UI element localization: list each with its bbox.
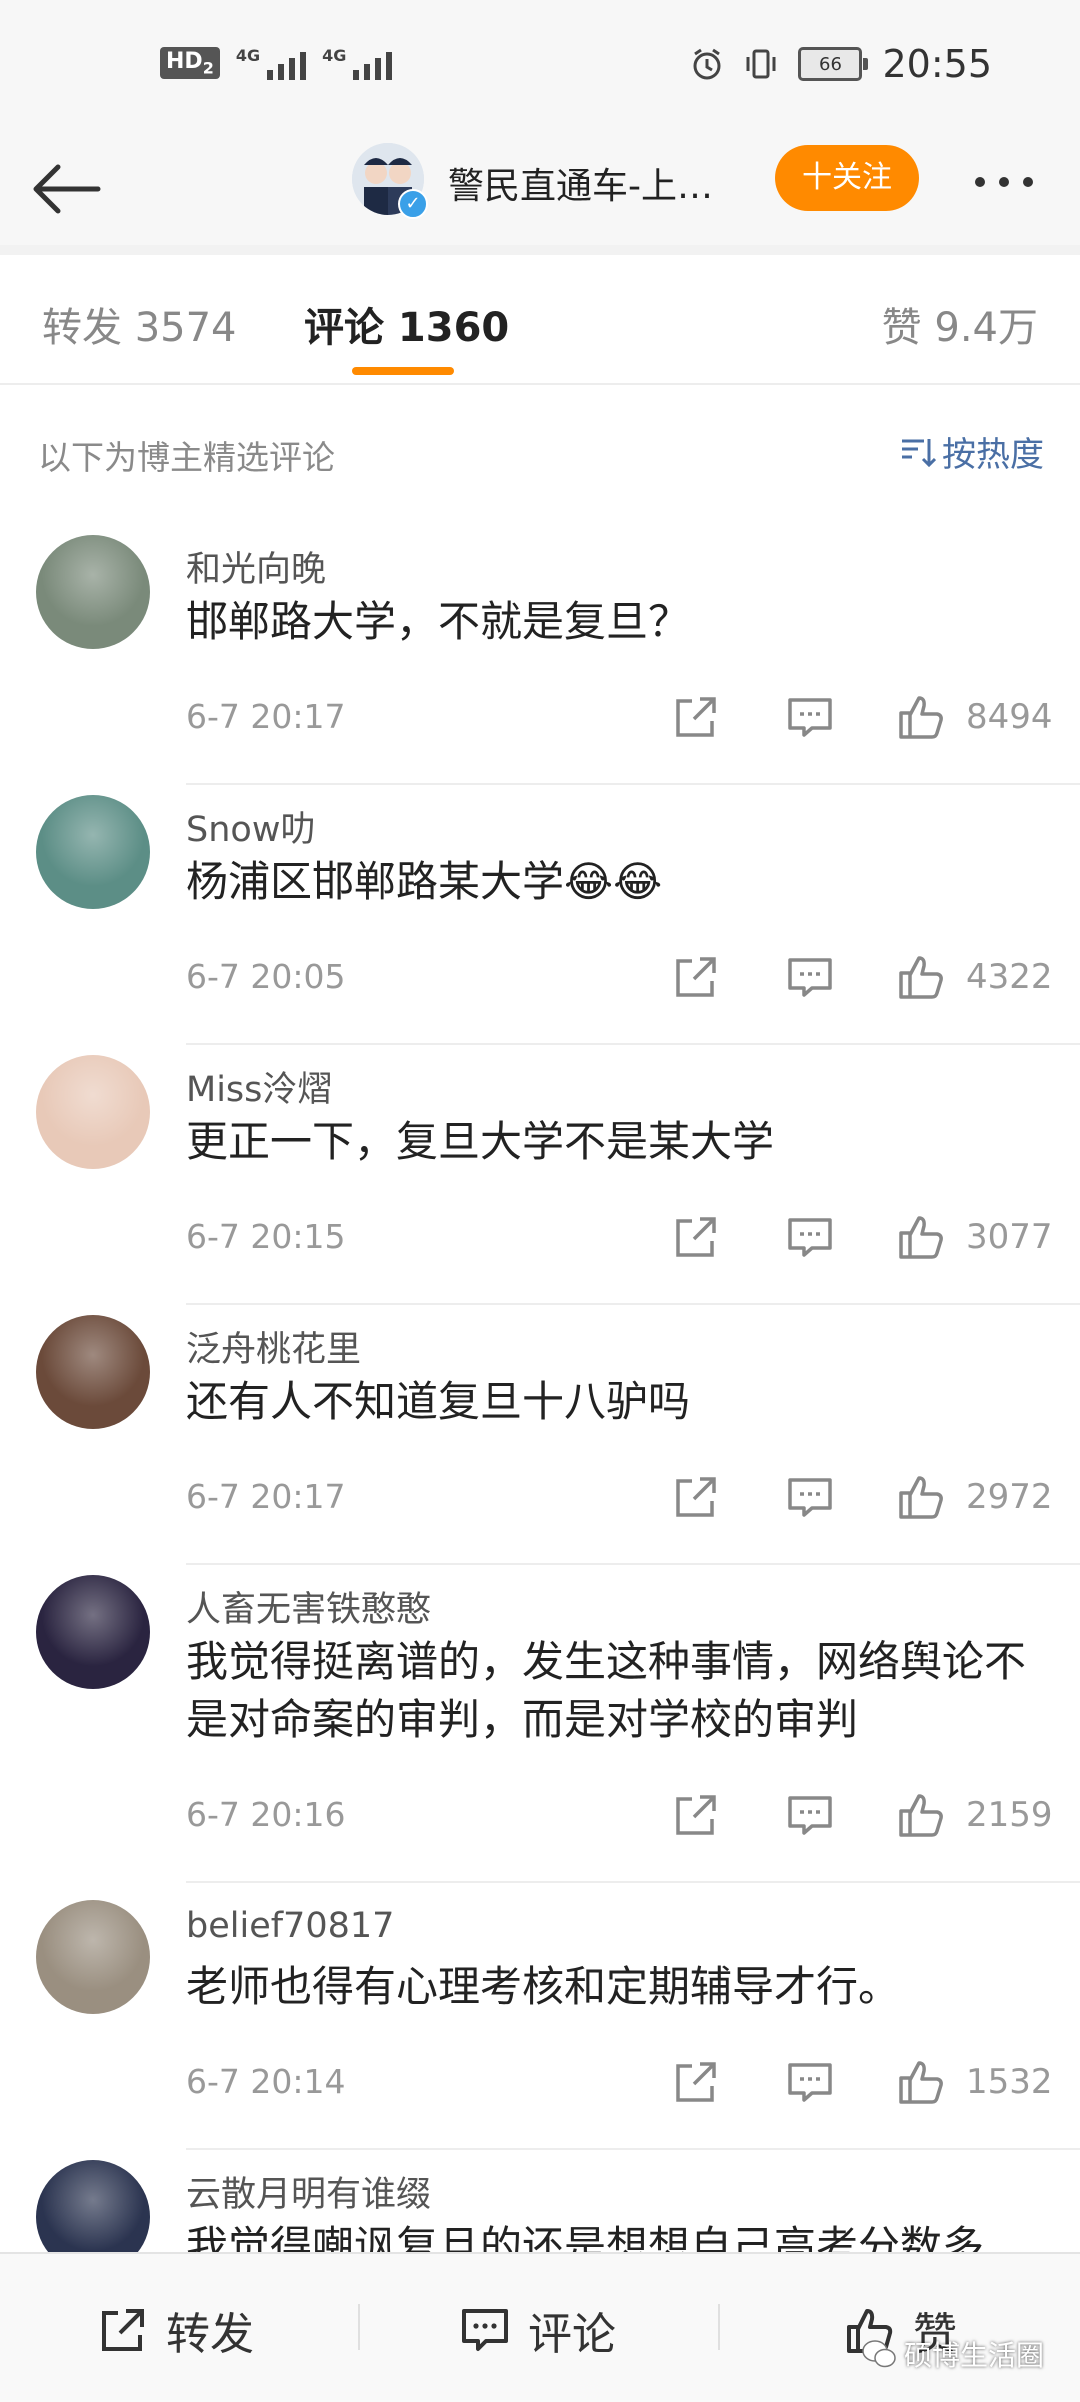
comment-divider: [186, 1563, 1080, 1565]
comment-username[interactable]: belief70817: [186, 1906, 394, 1946]
top-bar: ✓ 警民直通车-上… 十关注: [0, 135, 1080, 247]
like-count: 1532: [966, 2062, 1053, 2102]
comment-meta: 6-7 20:16 2159: [0, 1785, 1080, 1845]
share-icon[interactable]: [670, 691, 722, 743]
tab-comment[interactable]: 评论 1360: [304, 295, 509, 353]
reply-icon[interactable]: [784, 691, 836, 743]
comment-button[interactable]: 评论: [460, 2298, 616, 2362]
like-icon[interactable]: [896, 691, 948, 743]
comment-time: 6-7 20:17: [186, 1477, 346, 1516]
tab-like[interactable]: 赞 9.4万: [882, 295, 1038, 353]
like-count: 8494: [966, 697, 1053, 737]
comment-time: 6-7 20:16: [186, 1795, 346, 1834]
follow-button[interactable]: 十关注: [775, 145, 919, 211]
verified-badge-icon: ✓: [398, 189, 428, 219]
filter-row: 以下为博主精选评论 按热度: [0, 385, 1080, 515]
reply-icon[interactable]: [784, 1471, 836, 1523]
active-tab-indicator: [352, 367, 454, 375]
featured-comments-label: 以下为博主精选评论: [38, 438, 335, 477]
like-count: 2972: [966, 1477, 1053, 1517]
share-icon[interactable]: [670, 1471, 722, 1523]
share-icon[interactable]: [670, 1211, 722, 1263]
comment-username[interactable]: Snow叻: [186, 801, 315, 852]
comment-text: 杨浦区邯郸路某大学😂😂: [186, 857, 663, 906]
reply-icon[interactable]: [784, 1789, 836, 1841]
bottom-divider: [358, 2304, 360, 2350]
comment-meta: 6-7 20:17 8494: [0, 687, 1080, 747]
battery-icon: 66: [798, 47, 869, 81]
like-icon[interactable]: [896, 2056, 948, 2108]
comment-text: 更正一下，复旦大学不是某大学: [186, 1117, 775, 1166]
like-count: 2159: [966, 1795, 1053, 1835]
comment-avatar[interactable]: [36, 795, 150, 909]
like-icon[interactable]: [896, 1471, 948, 1523]
comment-time: 6-7 20:05: [186, 957, 346, 996]
comment-username[interactable]: 和光向晚: [186, 541, 326, 592]
bottom-action-bar: 转发 评论 赞 硕博生活圈: [0, 2252, 1080, 2402]
comment-divider: [186, 1303, 1080, 1305]
separator: [0, 245, 1080, 255]
alarm-icon: [693, 48, 721, 80]
comment-divider: [186, 1043, 1080, 1045]
watermark: 硕博生活圈: [862, 2334, 1044, 2374]
comment-meta: 6-7 20:14 1532: [0, 2052, 1080, 2112]
comment-avatar[interactable]: [36, 535, 150, 649]
comment-text: 邯郸路大学，不就是复旦？: [186, 597, 691, 646]
sort-icon: [902, 438, 936, 467]
back-arrow-icon[interactable]: [28, 149, 108, 229]
sort-button[interactable]: 按热度: [900, 427, 1044, 476]
comment-time: 6-7 20:17: [186, 697, 346, 736]
comment-meta: 6-7 20:15 3077: [0, 1207, 1080, 1267]
comment-avatar[interactable]: [36, 1575, 150, 1689]
comment-icon: [462, 2309, 508, 2351]
status-right: 66 20:55: [690, 42, 992, 86]
comment-username[interactable]: Miss泠熠: [186, 1061, 332, 1112]
reply-icon[interactable]: [784, 1211, 836, 1263]
comment-text: 我觉得挺离谱的，发生这种事情，网络舆论不是对命案的审判，而是对学校的审判: [186, 1637, 1027, 1744]
comment-divider: [186, 783, 1080, 785]
comment-meta: 6-7 20:17 2972: [0, 1467, 1080, 1527]
page-title[interactable]: 警民直通车-上…: [448, 157, 713, 209]
comment-divider: [186, 1881, 1080, 1883]
reply-icon[interactable]: [784, 951, 836, 1003]
comment-username[interactable]: 云散月明有谁缀: [186, 2166, 431, 2217]
comment-divider: [186, 2148, 1080, 2150]
hd-icon: HD2: [160, 46, 220, 80]
comment-username[interactable]: 泛舟桃花里: [186, 1321, 361, 1372]
bottom-divider: [718, 2304, 720, 2350]
comment-avatar[interactable]: [36, 1315, 150, 1429]
comment-meta: 6-7 20:05 4322: [0, 947, 1080, 1007]
signal-icon-2: 4G: [322, 46, 393, 80]
more-options-icon[interactable]: [975, 167, 1055, 197]
comment-avatar[interactable]: [36, 1900, 150, 2014]
like-icon[interactable]: [896, 951, 948, 1003]
repost-icon: [102, 2309, 144, 2351]
comment-time: 6-7 20:14: [186, 2062, 346, 2101]
status-left: HD2 4G 4G: [160, 46, 393, 80]
repost-button[interactable]: 转发: [98, 2298, 254, 2362]
like-icon[interactable]: [896, 1211, 948, 1263]
share-icon[interactable]: [670, 1789, 722, 1841]
status-bar: HD2 4G 4G 66 20:55: [0, 0, 1080, 135]
wechat-icon: [862, 2340, 896, 2368]
like-icon[interactable]: [896, 1789, 948, 1841]
tab-repost[interactable]: 转发 3574: [42, 295, 237, 353]
share-icon[interactable]: [670, 951, 722, 1003]
share-icon[interactable]: [670, 2056, 722, 2108]
comment-avatar[interactable]: [36, 1055, 150, 1169]
signal-icon: 4G: [236, 46, 307, 80]
comment-text: 还有人不知道复旦十八驴吗: [186, 1377, 691, 1426]
comment-time: 6-7 20:15: [186, 1217, 346, 1256]
status-time: 20:55: [882, 42, 992, 86]
comment-text: 老师也得有心理考核和定期辅导才行。: [186, 1962, 901, 2011]
like-count: 4322: [966, 957, 1053, 997]
comment-username[interactable]: 人畜无害铁憨憨: [186, 1581, 431, 1632]
tab-bar: 转发 3574 评论 1360 赞 9.4万: [0, 255, 1080, 385]
reply-icon[interactable]: [784, 2056, 836, 2108]
vibrate-icon: [746, 49, 776, 79]
like-count: 3077: [966, 1217, 1053, 1257]
